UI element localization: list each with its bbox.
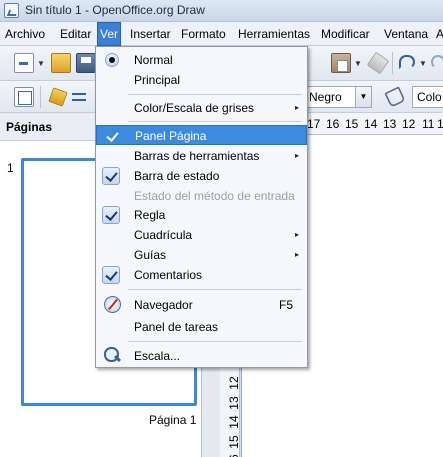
menu-bar: Archivo Editar Ver Insertar Formato Herr…	[0, 22, 443, 46]
fill-color-select[interactable]: Colo	[412, 86, 443, 108]
undo-dropdown-icon[interactable]: ▼	[419, 59, 427, 68]
frame-icon[interactable]	[14, 87, 34, 107]
undo-icon[interactable]	[399, 55, 415, 69]
submenu-arrow-icon: ▸	[294, 250, 299, 259]
pages-panel-title: Páginas	[6, 120, 53, 134]
menu-modificar[interactable]: Modificar	[319, 22, 372, 46]
ruler-tick: 14	[227, 415, 240, 429]
ruler-tick: 1	[437, 117, 443, 131]
menu-item-regla[interactable]: Regla	[96, 205, 307, 225]
menu-item-label: Guías	[134, 248, 167, 262]
menu-separator	[128, 94, 302, 95]
menu-item-panel-pagina[interactable]: Panel Página	[96, 125, 307, 145]
checkmark-icon	[102, 167, 120, 185]
menu-editar[interactable]: Editar	[58, 22, 93, 46]
menu-item-label: Color/Escala de grises	[134, 101, 255, 115]
new-dropdown-icon[interactable]: ▼	[37, 59, 45, 68]
ruler-tick: 12	[402, 117, 416, 131]
menu-item-comentarios[interactable]: Comentarios	[96, 265, 307, 285]
ruler-tick: 13	[383, 117, 397, 131]
menu-item-cuadricula[interactable]: Cuadrícula ▸	[96, 225, 307, 245]
ruler-tick: 15	[227, 435, 240, 449]
menu-formato[interactable]: Formato	[179, 22, 228, 46]
radio-selected-icon	[105, 53, 119, 67]
paste-dropdown-icon[interactable]: ▼	[354, 59, 362, 68]
compass-icon	[104, 296, 121, 313]
menu-item-label: Principal	[134, 73, 181, 87]
checkmark-icon	[102, 266, 120, 284]
menu-item-label: Navegador	[134, 298, 193, 312]
chevron-down-icon[interactable]: ▼	[355, 87, 371, 107]
menu-item-principal[interactable]: Principal	[96, 70, 307, 90]
fill-color-value: Colo	[417, 90, 442, 104]
menu-item-label: Regla	[134, 208, 166, 222]
menu-item-label: Escala...	[134, 349, 181, 363]
menu-item-label: Cuadrícula	[134, 228, 193, 242]
view-menu-dropdown: Normal Principal Color/Escala de grises …	[95, 46, 308, 368]
ruler-tick: 14	[364, 117, 378, 131]
menu-item-label: Panel de tareas	[134, 320, 219, 334]
menu-separator	[128, 341, 302, 342]
submenu-arrow-icon: ▸	[294, 230, 299, 239]
line-color-value: Negro	[309, 90, 342, 104]
menu-item-label: Panel Página	[135, 129, 207, 143]
app-icon	[4, 3, 19, 18]
submenu-arrow-icon: ▸	[294, 103, 299, 112]
menu-item-label: Estado del método de entrada	[134, 189, 295, 203]
ruler-tick: 11	[422, 117, 435, 131]
checkmark-icon	[103, 127, 121, 145]
toolbar-separator	[40, 86, 41, 108]
title-bar: Sin título 1 - OpenOffice.org Draw	[0, 0, 443, 22]
submenu-arrow-icon: ▸	[294, 151, 299, 160]
menu-item-escala[interactable]: Escala...	[96, 346, 307, 366]
menu-item-label: Barras de herramientas	[134, 149, 260, 163]
menu-ayuda[interactable]: A	[434, 22, 443, 46]
new-document-icon[interactable]	[14, 53, 34, 73]
menu-item-label: Barra de estado	[134, 169, 220, 183]
checkmark-icon	[102, 206, 120, 224]
menu-item-barra-estado[interactable]: Barra de estado	[96, 166, 307, 186]
menu-item-label: Normal	[134, 53, 173, 67]
line-icon[interactable]	[48, 87, 68, 107]
line-color-select[interactable]: Negro ▼	[304, 86, 372, 108]
paste-icon[interactable]	[331, 53, 351, 73]
menu-separator	[128, 121, 302, 122]
ruler-tick: 17	[307, 117, 321, 131]
clone-format-icon[interactable]	[366, 51, 390, 75]
menu-item-estado-metodo-entrada: Estado del método de entrada	[96, 186, 307, 206]
window-title: Sin título 1 - OpenOffice.org Draw	[25, 3, 205, 17]
menu-separator	[128, 289, 302, 290]
open-icon[interactable]	[51, 53, 71, 73]
menu-ver[interactable]: Ver	[97, 22, 122, 46]
menu-herramientas[interactable]: Herramientas	[236, 22, 312, 46]
ruler-tick: 16	[326, 117, 340, 131]
menu-item-navegador[interactable]: Navegador F5	[96, 295, 307, 315]
menu-item-normal[interactable]: Normal	[96, 50, 307, 70]
menu-shortcut: F5	[278, 298, 293, 312]
ruler-tick: 15	[345, 117, 359, 131]
page-label: Página 1	[149, 413, 197, 427]
menu-item-color-escala[interactable]: Color/Escala de grises ▸	[96, 98, 307, 118]
toolbar-separator	[392, 52, 393, 74]
zoom-icon	[104, 347, 121, 364]
menu-item-guias[interactable]: Guías ▸	[96, 245, 307, 265]
ruler-tick: 16	[227, 452, 239, 457]
arrow-style-icon[interactable]	[70, 87, 90, 107]
menu-archivo[interactable]: Archivo	[3, 22, 47, 46]
save-icon[interactable]	[76, 53, 96, 73]
ruler-tick: 12	[227, 376, 240, 390]
menu-item-panel-tareas[interactable]: Panel de tareas	[96, 317, 307, 337]
redo-icon[interactable]	[431, 55, 443, 69]
menu-insertar[interactable]: Insertar	[128, 22, 173, 46]
ruler-tick: 13	[227, 396, 240, 410]
fill-bucket-icon[interactable]	[384, 86, 406, 108]
menu-item-barras-herramientas[interactable]: Barras de herramientas ▸	[96, 146, 307, 166]
menu-item-label: Comentarios	[134, 268, 203, 282]
menu-ventana[interactable]: Ventana	[382, 22, 430, 46]
page-number: 1	[7, 161, 14, 175]
